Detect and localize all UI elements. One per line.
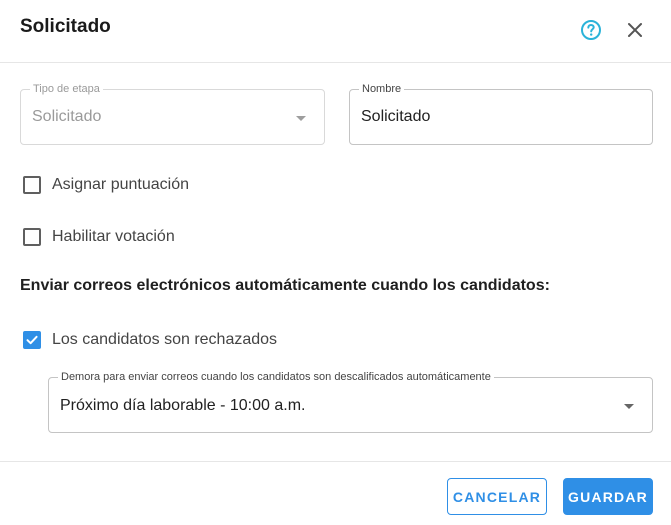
delay-value: Próximo día laborable - 10:00 a.m. — [60, 397, 306, 414]
dialog-header: Solicitado — [0, 0, 671, 63]
stage-type-value: Solicitado — [32, 108, 102, 125]
dialog-title: Solicitado — [20, 16, 111, 37]
rejected-option[interactable]: Los candidatos son rechazados — [23, 331, 277, 349]
stage-dialog: Solicitado Tipo de etapa Solicitado Nomb… — [0, 0, 671, 525]
enable-voting-option[interactable]: Habilitar votación — [23, 228, 175, 246]
name-legend: Nombre — [359, 83, 405, 96]
stage-type-select: Tipo de etapa Solicitado — [20, 83, 325, 145]
enable-voting-checkbox[interactable] — [23, 228, 41, 246]
email-section-title: Enviar correos electrónicos automáticame… — [20, 277, 550, 294]
delay-select[interactable]: Demora para enviar correos cuando los ca… — [48, 371, 653, 433]
cancel-button[interactable]: CANCELAR — [447, 478, 547, 515]
footer-divider — [0, 461, 671, 462]
name-field[interactable]: Nombre Solicitado — [349, 83, 653, 145]
assign-score-option[interactable]: Asignar puntuación — [23, 176, 189, 194]
help-icon[interactable] — [580, 19, 602, 41]
close-icon[interactable] — [625, 20, 645, 40]
check-icon — [26, 335, 38, 345]
rejected-label: Los candidatos son rechazados — [52, 331, 278, 348]
assign-score-label: Asignar puntuación — [52, 176, 189, 193]
rejected-checkbox[interactable] — [23, 331, 41, 349]
enable-voting-label: Habilitar votación — [52, 228, 175, 245]
chevron-down-icon — [296, 116, 306, 121]
stage-type-legend: Tipo de etapa — [30, 83, 103, 96]
name-value[interactable]: Solicitado — [361, 108, 430, 126]
delay-legend: Demora para enviar correos cuando los ca… — [58, 371, 494, 384]
save-button[interactable]: GUARDAR — [563, 478, 653, 515]
chevron-down-icon[interactable] — [624, 404, 634, 409]
assign-score-checkbox[interactable] — [23, 176, 41, 194]
